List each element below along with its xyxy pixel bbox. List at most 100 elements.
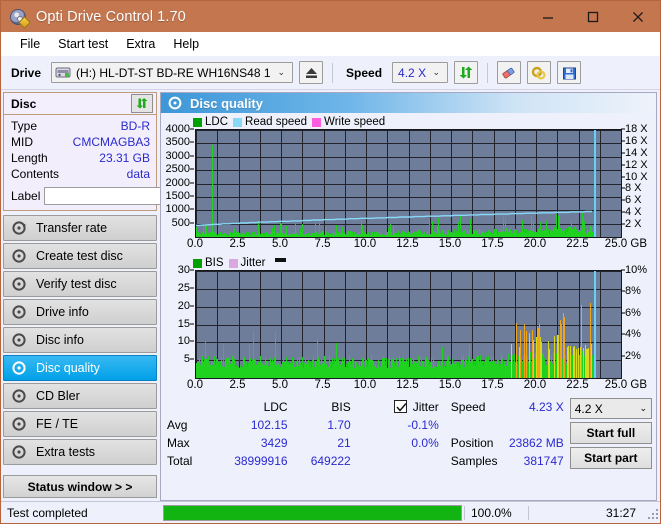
y2-tick xyxy=(621,176,625,178)
disc-refresh-button[interactable] xyxy=(131,94,153,113)
sidebar-item-extra-tests[interactable]: Extra tests xyxy=(3,439,157,465)
speed-select[interactable]: 4.2 X ⌄ xyxy=(392,62,449,83)
drive-label: Drive xyxy=(11,65,42,80)
disc-row-type: Type BD-R xyxy=(11,118,150,134)
progress-fill xyxy=(164,505,461,520)
stats-col-right-values: 4.23 X 23862 MB 381747 xyxy=(499,398,570,470)
sidebar-item-disc-info[interactable]: Disc info xyxy=(3,327,157,353)
y2-tick-label: 18 X xyxy=(625,123,648,135)
y2-tick xyxy=(621,128,625,130)
disc-panel: Disc Type BD-R MID CMCMAGBA3 Length 23.3… xyxy=(3,92,250,211)
disc-panel-title: Disc xyxy=(11,96,37,111)
menu-extra[interactable]: Extra xyxy=(117,35,164,53)
test-speed-select[interactable]: 4.2 X ⌄ xyxy=(569,398,652,419)
y-tick xyxy=(190,222,194,224)
jitter-toggle-row[interactable]: Jitter xyxy=(351,398,439,416)
stats-panel: Avg Max Total LDC 102.15 3429 38999916 B… xyxy=(161,393,656,474)
chart-top-x-axis: 0.0 2.5 5.0 7.5 10.0 12.5 15.0 17.5 20.0 22.5 25.0… xyxy=(165,238,652,252)
main-header: Disc quality xyxy=(161,93,656,113)
eject-button[interactable] xyxy=(299,61,324,84)
window-title: Opti Drive Control 1.70 xyxy=(36,8,186,25)
stats-label-position: Position xyxy=(450,436,494,450)
disc-fete-icon xyxy=(12,417,26,431)
erase-button[interactable] xyxy=(497,61,522,84)
disc-row-contents: Contents data xyxy=(11,166,150,182)
sidebar-item-label: Create test disc xyxy=(36,249,123,263)
legend-item-read-speed: Read speed xyxy=(233,116,307,128)
stats-row-labels: Avg Max Total xyxy=(167,398,224,470)
status-window-button[interactable]: Status window > > xyxy=(3,475,157,498)
x-tick-label: 0.0 xyxy=(187,238,203,250)
stats-samples-value: 381747 xyxy=(523,454,564,468)
close-button[interactable] xyxy=(615,1,660,32)
menu-help[interactable]: Help xyxy=(164,35,208,53)
disc-row-mid: MID CMCMAGBA3 xyxy=(11,134,150,150)
sidebar-item-label: Disc info xyxy=(36,333,84,347)
sidebar-item-transfer-rate[interactable]: Transfer rate xyxy=(3,215,157,241)
y-tick-label: 2000 xyxy=(165,176,190,189)
y-tick xyxy=(190,208,194,210)
sidebar-item-cd-bler[interactable]: CD Bler xyxy=(3,383,157,409)
sidebar-item-label: FE / TE xyxy=(36,417,79,431)
disc-quality-icon xyxy=(12,361,26,375)
nav-list: Transfer rate Create test disc Verify te… xyxy=(3,215,157,465)
legend-label: Jitter xyxy=(240,257,266,269)
stats-label-speed: Speed xyxy=(450,400,486,414)
disc-type-value: BD-R xyxy=(120,119,150,133)
sidebar-item-disc-quality[interactable]: Disc quality xyxy=(3,355,157,381)
y-tick xyxy=(190,195,194,197)
stats-bis-total: 649222 xyxy=(310,454,351,468)
sidebar-item-fe-te[interactable]: FE / TE xyxy=(3,411,157,437)
menu-start-test[interactable]: Start test xyxy=(49,35,117,53)
minimize-button[interactable] xyxy=(525,1,570,32)
y-tick xyxy=(190,358,194,360)
read-speed-line xyxy=(196,210,592,227)
x-tick-label: 7.5 xyxy=(314,379,331,391)
disc-quality-chart-bis: 5 10 15 20 25 30 2% 4% 6% 8% 10% 0.0 2.5 5.0 7.5 10.0… xyxy=(165,264,652,393)
legend-label: Write speed xyxy=(324,116,386,128)
y2-tick-label: 6 X xyxy=(625,194,642,207)
content-area: Disc Type BD-R MID CMCMAGBA3 Length 23.3… xyxy=(1,90,660,501)
maximize-button[interactable] xyxy=(570,1,615,32)
progress-percent: 100.0% xyxy=(464,505,528,520)
chart-bottom-y-axis: 5 10 15 20 25 30 xyxy=(165,264,194,379)
chart-bottom-plot xyxy=(195,270,622,379)
charts: LDC Read speed Write speed 500 1000 1500 20… xyxy=(161,113,656,393)
y2-tick xyxy=(621,140,625,142)
sidebar-item-create-test-disc[interactable]: Create test disc xyxy=(3,243,157,269)
sidebar-item-label: CD Bler xyxy=(36,389,80,403)
disc-contents-value: data xyxy=(126,167,150,181)
y-tick-label: 3000 xyxy=(165,149,190,162)
menu-file[interactable]: File xyxy=(11,35,49,53)
save-button[interactable] xyxy=(557,61,582,84)
disc-mid-value: CMCMAGBA3 xyxy=(72,135,150,149)
disc-label-caption: Label xyxy=(11,188,41,203)
start-full-button[interactable]: Start full xyxy=(569,422,652,444)
sidebar: Disc Type BD-R MID CMCMAGBA3 Length 23.3… xyxy=(1,90,250,501)
x-tick-label: 17.5 xyxy=(481,238,504,250)
sidebar-item-drive-info[interactable]: Drive info xyxy=(3,299,157,325)
status-message: Test completed xyxy=(7,505,88,520)
start-part-button[interactable]: Start part xyxy=(569,447,652,469)
tools-button[interactable] xyxy=(527,61,552,84)
y-tick-label: 2500 xyxy=(165,163,190,176)
refresh-button[interactable] xyxy=(454,61,479,84)
chart-top-y2-axis: 2 X4 X6 X8 X 10 X 12 X 14 X 16 X 18 X xyxy=(621,123,652,238)
x-tick-label: 22.5 xyxy=(566,238,589,250)
y-tick xyxy=(190,128,194,130)
y-tick-label: 20 xyxy=(177,299,190,312)
main-title: Disc quality xyxy=(190,95,263,111)
legend-item-jitter: Jitter xyxy=(228,257,266,269)
jitter-checkbox[interactable] xyxy=(393,400,407,413)
status-bar: Test completed 100.0% 31:27 xyxy=(1,501,660,523)
progress-bar xyxy=(163,504,462,521)
drive-select[interactable]: (H:) HL-DT-ST BD-RE WH16NS48 1.D3 ⌄ xyxy=(51,62,294,83)
disc-length-value: 23.31 GB xyxy=(99,151,150,165)
x-tick-label: 10.0 xyxy=(353,379,377,391)
sidebar-item-verify-test-disc[interactable]: Verify test disc xyxy=(3,271,157,297)
resize-grip-icon[interactable] xyxy=(646,507,658,519)
stats-label-total: Total xyxy=(167,454,193,468)
disc-extra-icon xyxy=(12,445,26,459)
y-tick xyxy=(190,287,194,289)
stats-jitter-avg: -0.1% xyxy=(407,418,439,432)
